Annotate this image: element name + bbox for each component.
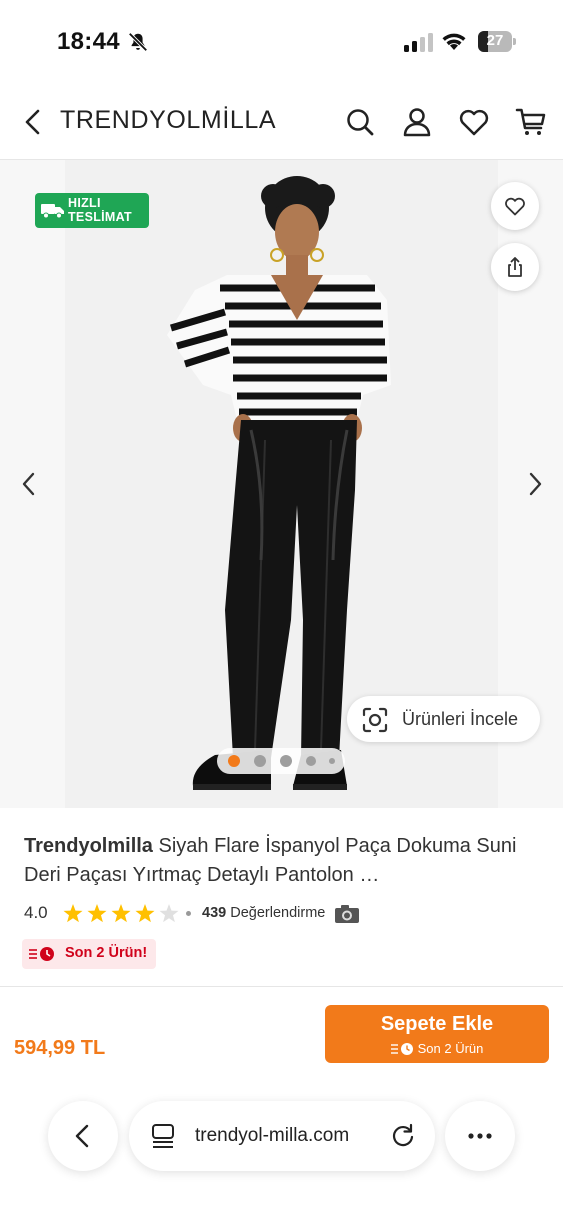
inspect-products-label: Ürünleri İncele bbox=[402, 709, 519, 729]
brand-title[interactable]: TRENDYOLMİLLA bbox=[60, 106, 276, 135]
chevron-left-icon bbox=[75, 1124, 89, 1148]
star-empty-icon bbox=[159, 904, 179, 923]
address-bar[interactable]: trendyol-milla.com bbox=[129, 1101, 435, 1171]
search-icon[interactable] bbox=[344, 106, 376, 138]
add-to-cart-label: Sepete Ekle bbox=[380, 1013, 494, 1035]
share-icon bbox=[508, 257, 522, 277]
star-filled-icon bbox=[111, 904, 131, 923]
stock-clock-icon bbox=[29, 947, 54, 961]
truck-icon bbox=[41, 204, 64, 219]
url-text[interactable]: trendyol-milla.com bbox=[195, 1125, 349, 1147]
product-title: Trendyolmilla Siyah Flare İspanyol Paça … bbox=[24, 832, 544, 890]
product-gallery[interactable]: HIZLI TESLİMAT Ürünleri İncele bbox=[0, 160, 563, 808]
gallery-pagination[interactable] bbox=[217, 748, 345, 774]
rating-stars bbox=[63, 904, 179, 923]
heart-icon[interactable] bbox=[458, 106, 490, 138]
review-count[interactable]: 439 Değerlendirme bbox=[202, 905, 325, 921]
pagination-dot[interactable] bbox=[329, 758, 335, 764]
reload-icon[interactable] bbox=[390, 1123, 416, 1149]
stock-clock-icon bbox=[390, 1043, 413, 1055]
separator-dot bbox=[186, 911, 191, 916]
battery-level: 27 bbox=[486, 32, 504, 49]
camera-icon bbox=[335, 905, 359, 923]
share-button[interactable] bbox=[491, 243, 539, 291]
battery-icon: 27 bbox=[478, 31, 516, 53]
browser-toolbar: trendyol-milla.com bbox=[0, 1090, 563, 1219]
low-stock-text: Son 2 Ürün! bbox=[65, 945, 148, 961]
add-to-cart-button[interactable]: Sepete Ekle Son 2 Ürün bbox=[325, 1005, 549, 1063]
browser-back-button[interactable] bbox=[48, 1101, 118, 1171]
rating-row[interactable]: 4.0 439 Değerlendirme bbox=[24, 902, 544, 926]
gallery-next-arrow-icon[interactable] bbox=[522, 467, 548, 501]
star-filled-icon bbox=[87, 904, 107, 923]
pagination-dot[interactable] bbox=[306, 756, 316, 766]
bell-slash-icon bbox=[128, 32, 148, 52]
back-icon[interactable] bbox=[18, 106, 48, 138]
user-icon[interactable] bbox=[401, 106, 433, 138]
more-dots-icon bbox=[468, 1133, 492, 1139]
scan-icon bbox=[362, 707, 388, 733]
pagination-dot-active[interactable] bbox=[228, 755, 240, 767]
inspect-products-button[interactable]: Ürünleri İncele bbox=[347, 696, 540, 742]
cart-icon[interactable] bbox=[515, 106, 547, 138]
add-to-cart-sub: Son 2 Ürün bbox=[325, 1041, 549, 1056]
more-options-button[interactable] bbox=[445, 1101, 515, 1171]
star-filled-icon bbox=[135, 904, 155, 923]
status-time: 18:44 bbox=[57, 28, 120, 55]
low-stock-badge: Son 2 Ürün! bbox=[22, 939, 156, 969]
fast-delivery-badge: HIZLI TESLİMAT bbox=[35, 193, 149, 228]
wifi-icon bbox=[442, 33, 466, 50]
star-filled-icon bbox=[63, 904, 83, 923]
signal-icon bbox=[404, 33, 433, 52]
pagination-dot[interactable] bbox=[280, 755, 292, 767]
product-brand[interactable]: Trendyolmilla bbox=[24, 835, 153, 857]
favorite-button[interactable] bbox=[491, 182, 539, 230]
rating-value: 4.0 bbox=[24, 903, 48, 922]
status-bar: 18:44 27 bbox=[0, 0, 563, 84]
app-header: TRENDYOLMİLLA bbox=[0, 84, 563, 160]
gallery-prev-arrow-icon[interactable] bbox=[16, 467, 42, 501]
product-price: 594,99 TL bbox=[14, 1037, 106, 1059]
pagination-dot[interactable] bbox=[254, 755, 266, 767]
page-settings-icon[interactable] bbox=[151, 1123, 175, 1149]
badge-line-2: TESLİMAT bbox=[68, 210, 132, 224]
buy-bar: 594,99 TL Sepete Ekle Son 2 Ürün bbox=[0, 986, 563, 1076]
heart-outline-icon bbox=[505, 197, 525, 216]
badge-line-1: HIZLI bbox=[68, 196, 101, 210]
